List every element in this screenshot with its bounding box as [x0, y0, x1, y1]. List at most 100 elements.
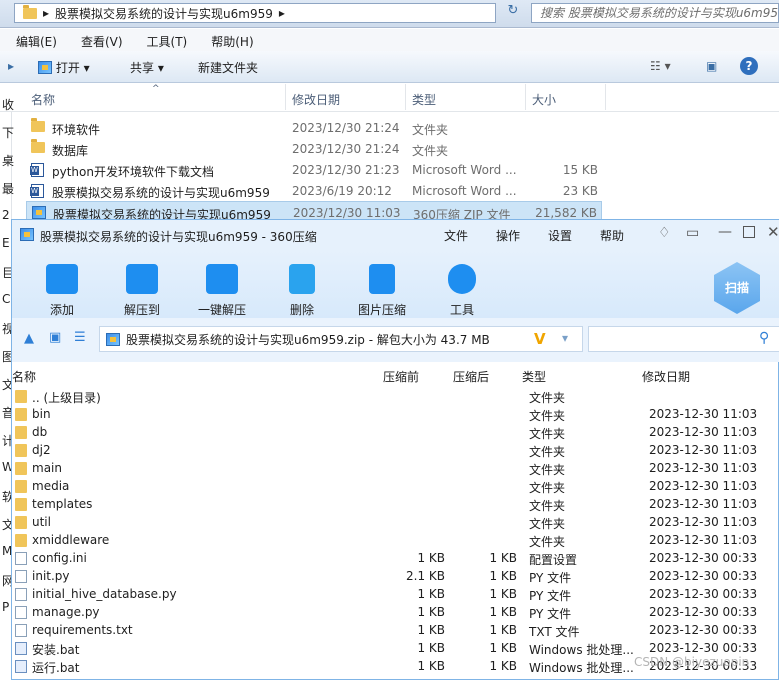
zip-entry-name: db [32, 425, 48, 439]
help-icon[interactable]: ? [740, 57, 758, 75]
nav-item-label[interactable]: 桌 [2, 152, 14, 169]
zip-entry-name: requirements.txt [32, 623, 133, 637]
extract-folder-icon [126, 264, 158, 294]
zip-row[interactable]: initial_hive_database.py 1 KB 1 KB PY 文件 202… [12, 586, 779, 604]
zip-entry-type: 文件夹 [529, 481, 566, 495]
zip-menu-file[interactable]: 文件 [444, 227, 468, 244]
zip-row[interactable]: requirements.txt 1 KB 1 KB TXT 文件 2023-12-30… [12, 622, 779, 640]
word-doc-icon [30, 163, 44, 177]
view-options-icon[interactable]: ☷ ▾ [650, 59, 671, 73]
extract-to-button[interactable]: 解压到 [107, 264, 177, 318]
image-compress-button[interactable]: 图片压缩 [347, 264, 417, 318]
new-folder-button[interactable]: 新建文件夹 [198, 59, 258, 76]
zip-column-date[interactable]: 修改日期 [642, 368, 690, 385]
zip-row[interactable]: bin 文件夹 2023-12-30 11:03 [12, 406, 779, 424]
one-click-extract-button[interactable]: 一键解压 [187, 264, 257, 318]
zip-path-field[interactable]: 股票模拟交易系统的设计与实现u6m959.zip - 解包大小为 43.7 MB… [99, 326, 583, 352]
minimize-icon[interactable]: — [718, 224, 732, 240]
skin-icon[interactable]: ♢ [658, 225, 671, 241]
tools-label: 工具 [449, 303, 474, 317]
menu-tools[interactable]: 工具(T) [131, 29, 196, 51]
zip-row[interactable]: .. (上级目录) 文件夹 [12, 388, 779, 406]
menu-edit[interactable]: 编辑(E) [0, 29, 65, 51]
zip-row[interactable]: init.py 2.1 KB 1 KB PY 文件 2023-12-30 00:33 [12, 568, 779, 586]
nav-item-label[interactable]: 收 [2, 96, 14, 113]
zip-row[interactable]: xmiddleware 文件夹 2023-12-30 11:03 [12, 532, 779, 550]
close-icon[interactable]: ✕ [767, 223, 779, 241]
open-button-label: 打开 [55, 61, 80, 75]
file-name: 环境软件 [52, 123, 101, 137]
zip-column-after[interactable]: 压缩后 [453, 368, 489, 385]
menu-view[interactable]: 查看(V) [65, 29, 131, 51]
column-name[interactable]: 名称 [31, 91, 55, 108]
zip-row[interactable]: config.ini 1 KB 1 KB 配置设置 2023-12-30 00:33 [12, 550, 779, 568]
file-name: 数据库 [52, 144, 89, 158]
zip-menu-settings[interactable]: 设置 [548, 227, 572, 244]
file-type: Microsoft Word ... [412, 184, 517, 198]
search-icon[interactable]: ⚲ [759, 330, 769, 346]
zip-row[interactable]: media 文件夹 2023-12-30 11:03 [12, 478, 779, 496]
breadcrumb[interactable]: 股票模拟交易系统的设计与实现u6m959 [55, 5, 273, 22]
feedback-icon[interactable]: ▭ [686, 225, 699, 241]
maximize-icon[interactable] [743, 226, 755, 238]
zip-entry-name: config.ini [32, 551, 87, 565]
zip-menu-operation[interactable]: 操作 [496, 227, 520, 244]
up-arrow-icon[interactable]: ▲ [24, 331, 34, 346]
preview-pane-icon[interactable]: ▣ [706, 59, 717, 73]
document-icon [15, 588, 27, 601]
zip-icon [32, 206, 46, 219]
column-size[interactable]: 大小 [532, 91, 556, 108]
nav-item-label[interactable]: C [2, 292, 10, 306]
scan-button[interactable]: 扫描 [714, 262, 760, 314]
tools-button[interactable]: 工具 [427, 264, 497, 318]
add-folder-icon [46, 264, 78, 294]
nav-item-label[interactable]: P [2, 600, 9, 614]
chevron-down-icon[interactable]: ▾ [562, 331, 568, 345]
delete-button[interactable]: 删除 [267, 264, 337, 318]
share-button[interactable]: 共享 ▾ [130, 59, 164, 76]
file-row[interactable]: 环境软件 2023/12/30 21:24 文件夹 [26, 117, 602, 138]
column-type[interactable]: 类型 [412, 91, 436, 108]
menu-help[interactable]: 帮助(H) [195, 29, 261, 51]
chevron-down-icon: ▾ [83, 61, 90, 75]
open-button[interactable]: 打开 ▾ [38, 59, 90, 76]
zip-row[interactable]: db 文件夹 2023-12-30 11:03 [12, 424, 779, 442]
zip-entry-date: 2023-12-30 00:33 [649, 569, 758, 583]
zip-row[interactable]: manage.py 1 KB 1 KB PY 文件 2023-12-30 00:33 [12, 604, 779, 622]
zip-column-name[interactable]: 名称 [12, 368, 36, 385]
zip-entry-date: 2023-12-30 11:03 [649, 407, 758, 421]
zip-search-input[interactable]: ⚲ [588, 326, 779, 352]
zip-row[interactable]: util 文件夹 2023-12-30 11:03 [12, 514, 779, 532]
zip-entry-type: PY 文件 [529, 589, 572, 603]
file-row[interactable]: 数据库 2023/12/30 21:24 文件夹 [26, 138, 602, 159]
address-bar[interactable]: ▸ 股票模拟交易系统的设计与实现u6m959 ▸ [14, 3, 496, 23]
file-size: 23 KB [562, 184, 598, 198]
chevron-left-icon[interactable]: ▸ [8, 59, 14, 73]
zip-row[interactable]: main 文件夹 2023-12-30 11:03 [12, 460, 779, 478]
zip-entry-type: 文件夹 [529, 409, 566, 423]
column-date[interactable]: 修改日期 [292, 91, 340, 108]
zip-column-type[interactable]: 类型 [522, 368, 546, 385]
nav-item-label[interactable]: 下 [2, 124, 14, 141]
file-row[interactable]: python开发环境软件下载文档 2023/12/30 21:23 Microsof… [26, 159, 602, 180]
zip-entry-name: media [32, 479, 70, 493]
search-input[interactable]: 搜索 股票模拟交易系统的设计与实现u6m959 [531, 3, 779, 23]
add-button[interactable]: 添加 [27, 264, 97, 318]
list-view-icon[interactable]: ☰ [74, 330, 86, 345]
refresh-icon[interactable]: ↻ [500, 3, 526, 23]
zip-column-before[interactable]: 压缩前 [383, 368, 419, 385]
zip-entry-name: xmiddleware [32, 533, 110, 547]
file-row[interactable]: 股票模拟交易系统的设计与实现u6m959 2023/6/19 20:12 Micro… [26, 180, 602, 201]
zip-row[interactable]: templates 文件夹 2023-12-30 11:03 [12, 496, 779, 514]
zip-row[interactable]: dj2 文件夹 2023-12-30 11:03 [12, 442, 779, 460]
thumbnail-view-icon[interactable]: ▣ [49, 330, 61, 345]
nav-item-label[interactable]: 最 [2, 180, 14, 197]
nav-item-label[interactable]: E [2, 236, 10, 250]
breadcrumb-arrow-icon[interactable]: ▸ [279, 6, 285, 20]
zip-icon [20, 228, 34, 241]
zip-title-bar: 股票模拟交易系统的设计与实现u6m959 - 360压缩 文件 操作 设置 帮助… [12, 220, 779, 250]
verified-v-icon[interactable]: V [534, 330, 546, 348]
nav-item-label[interactable]: 2 [2, 208, 10, 222]
zip-menu-help[interactable]: 帮助 [600, 227, 624, 244]
zip-entry-date: 2023-12-30 11:03 [649, 479, 758, 493]
